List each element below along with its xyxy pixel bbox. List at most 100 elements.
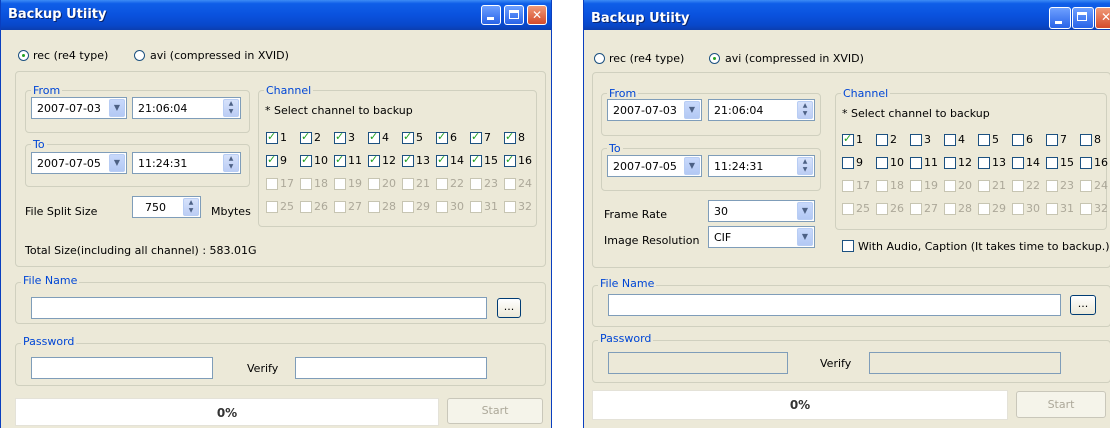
from-date-picker[interactable]: 2007-07-03 ▼ [31, 97, 127, 119]
channel-checkbox-2[interactable] [300, 130, 312, 144]
channel-checkbox-11[interactable] [334, 153, 346, 167]
channel-checkbox-15[interactable] [1046, 157, 1058, 169]
title-bar[interactable]: Backup Utiity ✕ [1, 0, 551, 30]
radio-avi-mode[interactable] [134, 50, 145, 61]
channel-checkbox-14[interactable] [436, 153, 448, 167]
channel-checkbox-9[interactable] [842, 157, 854, 169]
channel-checkbox-7[interactable] [1046, 134, 1058, 146]
channel-checkbox-6[interactable] [1012, 134, 1024, 146]
progress-text: 0% [789, 398, 811, 412]
start-button[interactable]: Start [447, 398, 543, 424]
channel-checkbox-16[interactable] [504, 153, 516, 167]
close-button[interactable]: ✕ [1095, 7, 1110, 29]
channel-label-1: 1 [856, 133, 863, 146]
channel-checkbox-31 [1046, 203, 1058, 215]
start-button[interactable]: Start [1016, 391, 1106, 418]
spin-arrows-icon[interactable]: ▲ ▼ [223, 99, 239, 117]
radio-rec-mode[interactable] [594, 53, 605, 64]
file-name-input[interactable] [608, 294, 1061, 316]
channel-checkbox-23 [1046, 180, 1058, 192]
to-time-spinner[interactable]: 11:24:31 ▲ ▼ [708, 155, 815, 177]
password-input[interactable] [31, 357, 213, 379]
channel-label-17: 17 [856, 179, 870, 192]
channel-checkbox-10[interactable] [876, 157, 888, 169]
minimize-button[interactable] [1049, 7, 1071, 29]
image-resolution-label: Image Resolution [604, 234, 700, 247]
channel-checkbox-10[interactable] [300, 153, 312, 167]
chevron-down-icon[interactable]: ▼ [684, 101, 700, 119]
radio-rec-mode[interactable] [18, 50, 29, 61]
channel-checkbox-3[interactable] [910, 134, 922, 146]
channel-checkbox-12[interactable] [368, 153, 380, 167]
to-time-spinner[interactable]: 11:24:31 ▲ ▼ [132, 152, 241, 174]
file-split-spinner[interactable]: 750 ▲ ▼ [132, 196, 201, 218]
from-date-value: 2007-07-03 [613, 104, 677, 117]
channel-label-9: 9 [856, 156, 863, 169]
radio-rec-label: rec (re4 type) [33, 49, 109, 62]
channel-checkbox-5[interactable] [402, 130, 414, 144]
spin-arrows-icon[interactable]: ▲ ▼ [797, 157, 813, 175]
backup-utility-window-avi: Backup Utiity ✕ rec (re4 type) avi (comp… [583, 0, 1110, 428]
chevron-down-icon[interactable]: ▼ [109, 154, 125, 172]
channel-checkbox-18 [876, 180, 888, 192]
maximize-button[interactable] [1072, 7, 1094, 29]
chevron-down-icon[interactable]: ▼ [797, 228, 813, 246]
radio-avi-mode[interactable] [709, 53, 720, 64]
file-name-input[interactable] [31, 297, 487, 319]
image-resolution-select[interactable]: CIF ▼ [708, 226, 815, 248]
channel-checkbox-5[interactable] [978, 134, 990, 146]
channel-checkbox-13[interactable] [402, 153, 414, 167]
channel-checkbox-13[interactable] [978, 157, 990, 169]
verify-input[interactable] [869, 352, 1061, 374]
channel-checkbox-4[interactable] [944, 134, 956, 146]
audio-caption-label: With Audio, Caption (It takes time to ba… [858, 240, 1110, 253]
channel-label-29: 29 [416, 200, 430, 213]
channel-checkbox-1[interactable] [266, 130, 278, 144]
channel-label-6: 6 [450, 131, 457, 144]
channel-label-26: 26 [314, 200, 328, 213]
chevron-down-icon[interactable]: ▼ [109, 99, 125, 117]
channel-checkbox-8[interactable] [504, 130, 516, 144]
verify-label: Verify [247, 362, 279, 375]
channel-checkbox-4[interactable] [368, 130, 380, 144]
channel-checkbox-8[interactable] [1080, 134, 1092, 146]
password-input[interactable] [608, 352, 788, 374]
from-date-picker[interactable]: 2007-07-03 ▼ [607, 99, 702, 121]
audio-caption-checkbox[interactable] [842, 240, 854, 252]
channel-checkbox-15[interactable] [470, 153, 482, 167]
from-time-spinner[interactable]: 21:06:04 ▲ ▼ [708, 99, 815, 121]
browse-button[interactable]: ... [1070, 295, 1096, 315]
browse-button[interactable]: ... [497, 298, 521, 318]
minimize-button[interactable] [481, 5, 501, 25]
channel-checkbox-14[interactable] [1012, 157, 1024, 169]
to-label: To [31, 138, 47, 151]
channel-checkbox-2[interactable] [876, 134, 888, 146]
channel-checkbox-3[interactable] [334, 130, 346, 144]
from-time-spinner[interactable]: 21:06:04 ▲ ▼ [132, 97, 241, 119]
frame-rate-select[interactable]: 30 ▼ [708, 200, 815, 222]
from-label: From [31, 84, 63, 97]
maximize-button[interactable] [504, 5, 524, 25]
channel-checkbox-1[interactable] [842, 132, 854, 146]
to-date-picker[interactable]: 2007-07-05 ▼ [607, 155, 702, 177]
channel-checkbox-11[interactable] [910, 157, 922, 169]
channel-checkbox-27 [910, 203, 922, 215]
close-button[interactable]: ✕ [527, 5, 547, 25]
channel-label-14: 14 [450, 154, 464, 167]
title-bar[interactable]: Backup Utiity ✕ [584, 0, 1110, 30]
channel-checkbox-6[interactable] [436, 130, 448, 144]
channel-checkbox-7[interactable] [470, 130, 482, 144]
channel-label-11: 11 [348, 154, 362, 167]
chevron-down-icon[interactable]: ▼ [684, 157, 700, 175]
chevron-down-icon[interactable]: ▼ [797, 202, 813, 220]
spin-arrows-icon[interactable]: ▲ ▼ [797, 101, 813, 119]
spin-arrows-icon[interactable]: ▲ ▼ [183, 198, 199, 216]
channel-label-1: 1 [280, 131, 287, 144]
window-title: Backup Utiity [8, 7, 107, 22]
to-date-picker[interactable]: 2007-07-05 ▼ [31, 152, 127, 174]
channel-checkbox-12[interactable] [944, 157, 956, 169]
channel-checkbox-9[interactable] [266, 153, 278, 167]
verify-input[interactable] [295, 357, 487, 379]
channel-checkbox-16[interactable] [1080, 157, 1092, 169]
spin-arrows-icon[interactable]: ▲ ▼ [223, 154, 239, 172]
